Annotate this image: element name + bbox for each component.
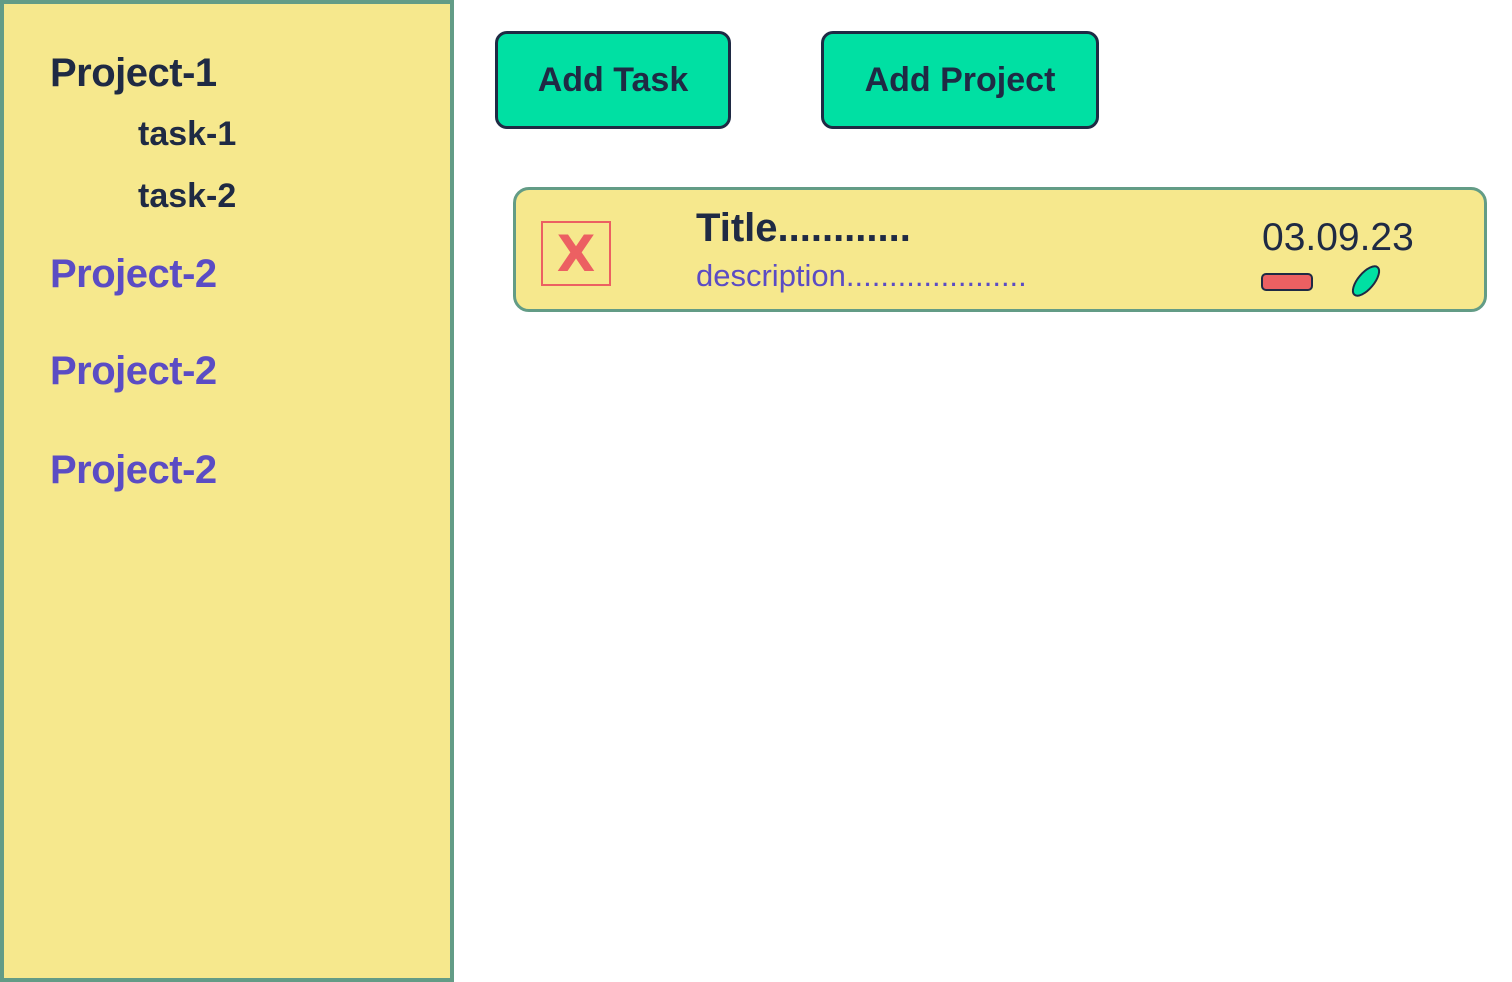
sidebar-task-2[interactable]: task-2 [138,177,236,216]
add-project-button[interactable]: Add Project [821,31,1099,129]
add-task-button[interactable]: Add Task [495,31,731,129]
leaf-icon[interactable] [1348,263,1384,299]
task-description: description..................... [696,258,1027,293]
sidebar: Project-1 task-1 task-2 Project-2 Projec… [0,0,454,982]
task-card[interactable]: X Title............ description.........… [513,187,1487,312]
app-root: Project-1 task-1 task-2 Project-2 Projec… [0,0,1512,982]
task-due-date: 03.09.23 [1262,216,1414,259]
delete-task-button[interactable]: X [541,221,611,286]
priority-indicator[interactable] [1261,273,1313,291]
close-icon: X [556,224,596,283]
sidebar-project-4[interactable]: Project-2 [50,448,217,493]
task-title: Title............ [696,206,911,250]
sidebar-project-1[interactable]: Project-1 [50,51,217,96]
sidebar-project-2[interactable]: Project-2 [50,252,217,297]
sidebar-project-3[interactable]: Project-2 [50,349,217,394]
sidebar-task-1[interactable]: task-1 [138,115,236,154]
